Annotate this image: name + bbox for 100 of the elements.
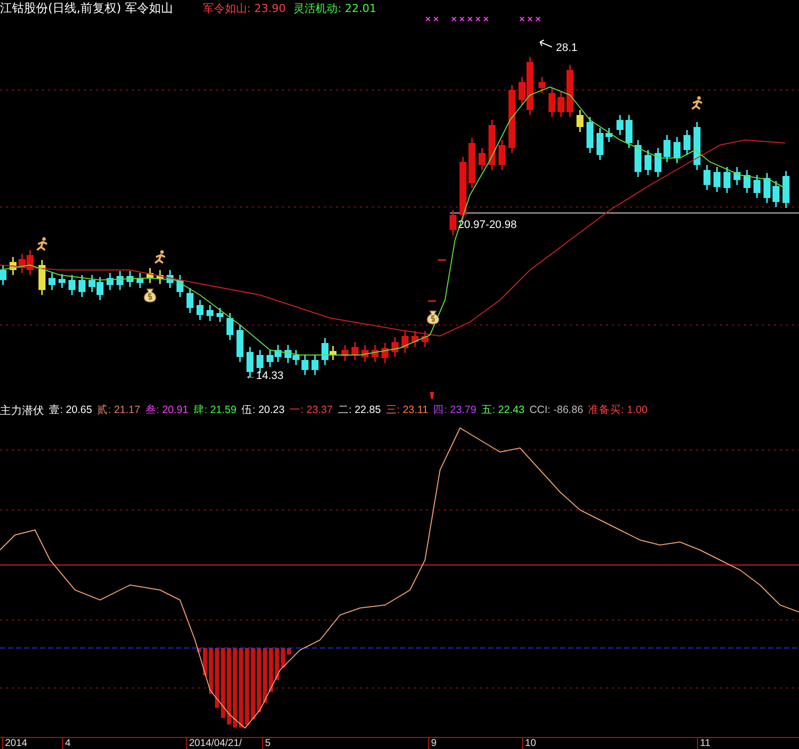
candlestick — [342, 345, 348, 361]
signal-marker-icon — [430, 392, 434, 399]
candlestick — [538, 77, 546, 93]
cross-mark-icon — [426, 16, 430, 22]
candlestick — [106, 273, 114, 290]
indicator-reading: 五: 22.43 — [481, 403, 524, 417]
candlestick — [586, 117, 594, 153]
candlestick — [216, 308, 224, 322]
candlestick — [352, 342, 358, 360]
candlestick — [78, 275, 86, 297]
candlestick — [236, 325, 244, 362]
cross-mark-icon — [452, 16, 456, 22]
indicator-title: 主力潜伏 — [0, 402, 44, 418]
signal-dash — [438, 259, 446, 261]
candlestick — [548, 88, 556, 117]
candlestick — [488, 120, 496, 170]
candlestick — [450, 210, 456, 235]
candlestick — [576, 110, 584, 132]
candlestick — [146, 268, 154, 283]
chart-title: 江钴股份(日线,前复权) 军令如山 — [0, 0, 173, 16]
running-figure-icon — [36, 237, 48, 251]
candlestick — [58, 274, 66, 288]
axis-label: 2014 — [2, 738, 28, 749]
axis-label: 10 — [522, 738, 536, 749]
candlestick — [596, 128, 604, 160]
candlestick — [126, 271, 134, 287]
candlestick — [226, 313, 234, 340]
axis-label: 9 — [428, 738, 437, 749]
candlestick — [644, 150, 652, 175]
indicator-reading: 一: 23.37 — [290, 403, 333, 417]
cross-mark-icon — [536, 16, 540, 22]
candlestick — [422, 331, 428, 347]
running-figure-icon — [691, 96, 703, 110]
candlestick — [606, 128, 612, 142]
indicator-reading: 灵活机动: 22.01 — [294, 0, 376, 16]
candlestick — [186, 288, 194, 313]
cross-mark-icon — [468, 16, 472, 22]
candlestick — [68, 275, 76, 295]
candlestick — [166, 270, 174, 288]
candlestick — [498, 140, 506, 170]
candlestick — [684, 130, 690, 155]
low-price-label: ←14.33 — [245, 370, 284, 383]
indicator-reading: 二: 22.85 — [338, 403, 381, 417]
candlestick — [764, 173, 770, 203]
candlestick — [392, 337, 398, 357]
candlestick — [136, 273, 144, 288]
indicator-reading: 叁: 20.91 — [145, 403, 188, 417]
candlestick — [468, 138, 476, 188]
cross-mark-icon — [520, 16, 524, 22]
indicator-reading: 肆: 21.59 — [193, 403, 236, 417]
candlestick — [734, 167, 740, 185]
cross-mark-icon — [484, 16, 488, 22]
candlestick — [402, 331, 408, 353]
axis-label: 11 — [697, 738, 710, 749]
candlestick — [694, 122, 700, 170]
candlestick — [772, 181, 780, 207]
candlestick — [744, 170, 750, 193]
candlestick — [372, 345, 378, 362]
money-bag-icon — [144, 288, 156, 302]
indicator-reading: 军令如山: 23.90 — [203, 0, 286, 16]
indicator-reading: 三: 23.11 — [386, 403, 428, 417]
candlestick — [412, 331, 418, 347]
candlestick — [616, 115, 624, 135]
running-figure-icon — [154, 250, 166, 264]
high-pointer-icon — [540, 40, 552, 48]
candlestick — [156, 270, 164, 284]
cross-mark-icon — [476, 16, 480, 22]
money-bag-icon — [426, 310, 440, 324]
signal-dash — [428, 300, 436, 302]
candlestick — [508, 85, 516, 153]
candlestick — [754, 175, 760, 198]
axis-label: 2014/04/21/ — [186, 738, 242, 749]
candlestick — [478, 148, 486, 170]
candlestick — [634, 140, 642, 177]
candlestick — [206, 305, 214, 321]
candlestick — [302, 355, 308, 375]
candlestick — [48, 273, 56, 290]
candlestick — [256, 350, 264, 373]
cross-mark-icon — [434, 16, 438, 22]
candlestick — [0, 265, 6, 285]
candlestick — [626, 115, 632, 148]
indicator-reading: 四: 23.79 — [433, 403, 476, 417]
candlestick — [704, 165, 710, 190]
candlestick — [714, 167, 720, 192]
candlestick — [362, 345, 368, 362]
candlestick — [312, 355, 318, 375]
candlestick — [10, 257, 16, 275]
candlestick — [566, 65, 574, 117]
indicator-reading: 壹: 20.65 — [49, 403, 92, 417]
indicator-reading: 伍: 20.23 — [242, 403, 285, 417]
candlestick — [176, 275, 184, 297]
candlestick — [460, 157, 466, 220]
candlestick — [38, 260, 46, 295]
indicator-reading: CCI: -86.86 — [529, 404, 584, 416]
high-price-label: 28.1 — [556, 42, 578, 55]
candlestick — [654, 148, 662, 177]
cross-mark-icon — [528, 16, 532, 22]
candlestick — [558, 92, 564, 117]
candlestick — [674, 137, 680, 163]
candlestick — [724, 167, 730, 193]
